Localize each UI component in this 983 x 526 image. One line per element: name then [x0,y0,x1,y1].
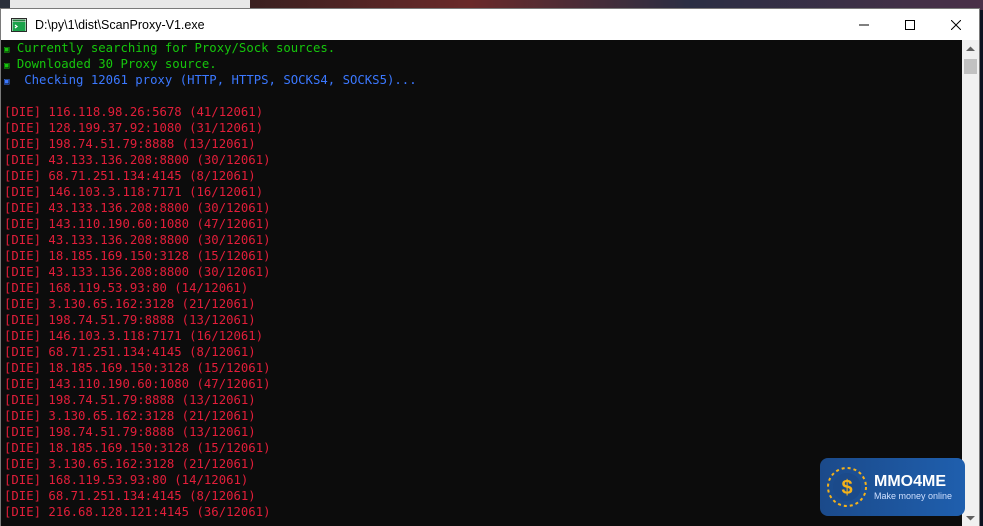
console-app-icon[interactable] [11,17,27,33]
chevron-down-icon [966,515,975,520]
proxy-result-line: [DIE] 143.110.190.60:1080 (47/12061) [4,377,271,391]
proxy-result-line: [DIE] 68.71.251.134:4145 (8/12061) [4,169,256,183]
title-bar[interactable]: D:\py\1\dist\ScanProxy-V1.exe [1,9,979,40]
status-text: Checking 12061 proxy (HTTP, HTTPS, SOCKS… [9,73,417,87]
proxy-result-line: [DIE] 143.110.190.60:1080 (47/12061) [4,217,271,231]
proxy-result-line: [DIE] 43.133.136.208:8800 (30/12061) [4,233,271,247]
console-window: D:\py\1\dist\ScanProxy-V1.exe ▣ Currentl… [0,8,980,526]
status-text: Currently searching for Proxy/Sock sourc… [9,41,336,55]
proxy-result-line: [DIE] 68.71.251.134:4145 (8/12061) [4,345,256,359]
scroll-up-button[interactable] [962,40,979,57]
status-line: ▣ Currently searching for Proxy/Sock sou… [1,40,963,56]
watermark-tagline: Make money online [874,490,953,501]
maximize-icon [905,19,915,30]
proxy-result-line: [DIE] 146.103.3.118:7171 (16/12061) [4,185,264,199]
dollar-coin-icon: $ [826,466,868,508]
proxy-result-line: [DIE] 198.74.51.79:8888 (13/12061) [4,137,256,151]
proxy-result-line: [DIE] 168.119.53.93:80 (14/12061) [4,473,249,487]
proxy-result-line: [DIE] 18.185.169.150:3128 (15/12061) [4,361,271,375]
proxy-result-line: [DIE] 146.103.3.118:7171 (16/12061) [4,329,264,343]
minimize-icon [859,24,869,25]
proxy-result-line: [DIE] 3.130.65.162:3128 (21/12061) [4,457,256,471]
status-line: ▣ Downloaded 30 Proxy source. [1,56,963,72]
minimize-button[interactable] [841,9,887,40]
proxy-result-line: [DIE] 168.119.53.93:80 (14/12061) [4,281,249,295]
close-button[interactable] [933,9,979,40]
proxy-result-line: [DIE] 43.133.136.208:8800 (30/12061) [4,265,271,279]
proxy-result-line: [DIE] 216.68.128.121:4145 (36/12061) [4,505,271,519]
vertical-scrollbar[interactable] [962,40,979,526]
proxy-result-line: [DIE] 198.74.51.79:8888 (13/12061) [4,425,256,439]
status-line: ▣ Checking 12061 proxy (HTTP, HTTPS, SOC… [1,72,963,88]
proxy-result-line: [DIE] 3.130.65.162:3128 (21/12061) [4,297,256,311]
svg-text:$: $ [841,477,852,499]
proxy-result-list: [DIE] 116.118.98.26:5678 (41/12061) [DIE]… [1,104,963,520]
proxy-result-line: [DIE] 68.71.251.134:4145 (8/12061) [4,489,256,503]
proxy-result-line: [DIE] 43.133.136.208:8800 (30/12061) [4,201,271,215]
watermark-logo: $ MMO4ME Make money online [820,458,965,516]
status-text: Downloaded 30 Proxy source. [9,57,217,71]
console-output[interactable]: ▣ Currently searching for Proxy/Sock sou… [1,40,963,526]
watermark-name: MMO4ME [874,472,946,490]
proxy-result-line: [DIE] 18.185.169.150:3128 (15/12061) [4,441,271,455]
close-icon [951,19,961,30]
chevron-up-icon [966,46,975,51]
proxy-result-line: [DIE] 43.133.136.208:8800 (30/12061) [4,153,271,167]
proxy-result-line: [DIE] 116.118.98.26:5678 (41/12061) [4,105,264,119]
maximize-button[interactable] [887,9,933,40]
proxy-result-line: [DIE] 3.130.65.162:3128 (21/12061) [4,409,256,423]
proxy-result-line: [DIE] 128.199.37.92:1080 (31/12061) [4,121,264,135]
proxy-result-line: [DIE] 198.74.51.79:8888 (13/12061) [4,313,256,327]
proxy-result-line: [DIE] 18.185.169.150:3128 (15/12061) [4,249,271,263]
window-title: D:\py\1\dist\ScanProxy-V1.exe [35,17,205,32]
scroll-down-button[interactable] [962,509,979,526]
proxy-result-line: [DIE] 198.74.51.79:8888 (13/12061) [4,393,256,407]
scrollbar-thumb[interactable] [964,59,977,74]
